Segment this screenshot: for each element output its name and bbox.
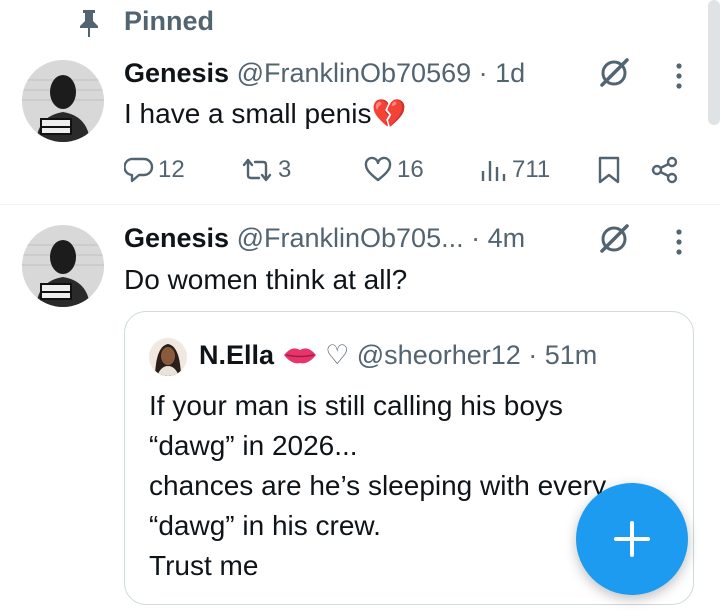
more-icon[interactable] bbox=[674, 228, 684, 256]
quoted-tweet-header: N.Ella ♡ @sheorher12 · 51m bbox=[199, 340, 597, 371]
repost-button[interactable]: 3 bbox=[240, 150, 291, 190]
bookmark-button[interactable] bbox=[596, 150, 622, 190]
quoted-text-line: If your man is still calling his boys bbox=[149, 390, 563, 421]
tweet-header: Genesis @FranklinOb705... · 4m bbox=[124, 223, 525, 254]
grok-icon[interactable] bbox=[597, 222, 631, 256]
reply-button[interactable]: 12 bbox=[124, 150, 185, 190]
like-icon bbox=[364, 156, 392, 182]
author-name[interactable]: Genesis bbox=[124, 58, 229, 88]
author-handle[interactable]: @FranklinOb705... bbox=[237, 223, 464, 253]
views-button[interactable]: 711 bbox=[480, 150, 550, 190]
quoted-author-name[interactable]: N.Ella bbox=[199, 340, 274, 370]
compose-plus-icon bbox=[614, 521, 650, 557]
lips-icon bbox=[283, 348, 316, 364]
author-handle[interactable]: @FranklinOb70569 bbox=[237, 58, 472, 88]
bookmark-icon bbox=[598, 156, 620, 184]
repost-count: 3 bbox=[278, 156, 292, 183]
compose-button[interactable] bbox=[576, 483, 688, 595]
tweet-text: I have a small penis💔 bbox=[124, 98, 407, 129]
avatar[interactable] bbox=[22, 60, 104, 142]
quoted-author-handle[interactable]: ♡ @sheorher12 · 51m bbox=[325, 340, 597, 370]
tweet-header: Genesis @FranklinOb70569 · 1d bbox=[124, 58, 525, 89]
views-count: 711 bbox=[512, 156, 551, 183]
avatar[interactable] bbox=[22, 225, 104, 307]
broken-heart-emoji: 💔 bbox=[371, 98, 407, 129]
tweet-text: Do women think at all? bbox=[124, 264, 408, 295]
tweet-pinned[interactable]: Genesis @FranklinOb70569 · 1d I have a s… bbox=[0, 0, 720, 205]
more-icon[interactable] bbox=[674, 62, 684, 90]
like-button[interactable]: 16 bbox=[363, 150, 424, 190]
views-icon bbox=[481, 161, 506, 181]
tweet-time[interactable]: · 4m bbox=[471, 223, 525, 253]
share-icon bbox=[651, 156, 678, 184]
tweet-time[interactable]: · 1d bbox=[479, 58, 526, 88]
like-count: 16 bbox=[397, 156, 424, 183]
author-name[interactable]: Genesis bbox=[124, 223, 229, 253]
reply-count: 12 bbox=[158, 156, 185, 183]
share-button[interactable] bbox=[650, 150, 680, 190]
repost-icon bbox=[242, 158, 272, 182]
reply-icon bbox=[124, 157, 154, 183]
quoted-text-line: “dawg” in his crew. bbox=[149, 510, 381, 541]
quoted-text-line: Trust me bbox=[149, 550, 259, 581]
quoted-text-line: “dawg” in 2026... bbox=[149, 430, 358, 461]
avatar[interactable] bbox=[149, 338, 187, 376]
grok-icon[interactable] bbox=[597, 56, 631, 90]
tweet-actions: 12 3 16 711 bbox=[0, 150, 720, 190]
quoted-text-line: chances are he’s sleeping with every bbox=[149, 470, 607, 501]
